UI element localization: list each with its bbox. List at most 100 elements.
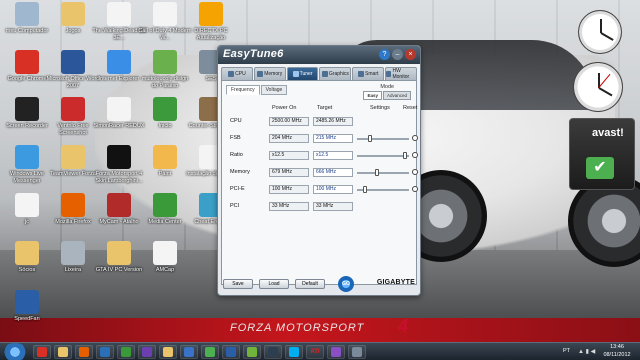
- desktop-icon-image: [61, 241, 85, 265]
- reset-radio[interactable]: [412, 169, 418, 175]
- taskbar-chrome-button[interactable]: [33, 345, 51, 359]
- tab-memory[interactable]: Memory: [253, 67, 286, 80]
- go-button[interactable]: GO: [338, 276, 354, 292]
- forza-logo-number: 4: [398, 316, 410, 336]
- taskbar-easytune-button[interactable]: [348, 345, 366, 359]
- mode-selector: Mode Easy Advanced: [363, 84, 411, 100]
- avast-check-icon: ✔: [586, 157, 614, 179]
- tab-icon: [292, 71, 299, 77]
- app-green-icon: [205, 347, 215, 357]
- desktop-icon-image: [15, 193, 39, 217]
- tab-label: HW Monitor: [392, 68, 410, 80]
- tab-label: CPU: [235, 71, 246, 77]
- desktop-icon[interactable]: DIRECTX PC Atualização: [184, 2, 238, 41]
- tab-label: Memory: [264, 71, 283, 77]
- slider-knob[interactable]: [367, 135, 372, 142]
- reset-radio[interactable]: [412, 186, 418, 192]
- taskbar-explorer-button[interactable]: [54, 345, 72, 359]
- row-label: Ratio: [230, 152, 243, 158]
- setting-slider[interactable]: [357, 135, 409, 142]
- desktop-icon-label: SpeedFan: [14, 316, 40, 322]
- taskbar-speedfan-button[interactable]: [222, 345, 240, 359]
- desktop-icon-image: [15, 145, 39, 169]
- skype-icon: [289, 347, 299, 357]
- taskbar-steam-button[interactable]: [264, 345, 282, 359]
- mode-advanced-button[interactable]: Advanced: [382, 91, 411, 100]
- ati-icon: ATI: [310, 349, 320, 355]
- media-player-icon: [100, 347, 110, 357]
- clock-gadget[interactable]: [578, 10, 622, 54]
- taskbar-media-player-button[interactable]: [96, 345, 114, 359]
- default-button[interactable]: Default: [295, 279, 325, 289]
- tab-cpu[interactable]: CPU: [221, 67, 253, 80]
- taskbar-folder-button[interactable]: [159, 345, 177, 359]
- taskbar-skype-button[interactable]: [285, 345, 303, 359]
- desktop-icon-image: [107, 145, 131, 169]
- taskbar-app-green-button[interactable]: [201, 345, 219, 359]
- target-value[interactable]: 666 MHz: [313, 168, 353, 177]
- minimize-icon[interactable]: –: [392, 49, 403, 60]
- setting-slider[interactable]: [357, 169, 409, 176]
- load-button[interactable]: Load: [259, 279, 289, 289]
- taskbar-utorrent-button[interactable]: [243, 345, 261, 359]
- taskbar-clock[interactable]: 13:46 08/11/2012: [599, 344, 635, 359]
- avast-brand: avast!: [592, 127, 624, 139]
- taskbar-date: 08/11/2012: [603, 351, 631, 358]
- easytune-titlebar[interactable]: EasyTune6 ? – ×: [218, 46, 420, 64]
- setting-slider[interactable]: [357, 186, 409, 193]
- slider-knob[interactable]: [402, 152, 407, 159]
- close-icon[interactable]: ×: [405, 49, 416, 60]
- easytune-footer: Save Load Default GO GIGABYTE: [221, 276, 417, 292]
- avast-gadget[interactable]: avast! ✔: [569, 118, 635, 190]
- tab-tuner[interactable]: Tuner: [286, 67, 319, 80]
- tab-label: Smart: [365, 71, 379, 77]
- taskbar-video-button[interactable]: [138, 345, 156, 359]
- slider-knob[interactable]: [375, 169, 380, 176]
- setting-slider[interactable]: [357, 152, 409, 159]
- tuner-row: PCI-E 100 MHz 100 MHz: [222, 185, 418, 195]
- easytune-tabs: CPU Memory Tuner Graphics Smart HW Monitor: [221, 67, 417, 80]
- mode-easy-button[interactable]: Easy: [363, 91, 382, 100]
- start-button[interactable]: [2, 343, 28, 360]
- power-on-value: 33 MHz: [269, 202, 309, 211]
- taskbar-firefox-button[interactable]: [75, 345, 93, 359]
- tab-smart[interactable]: Smart: [352, 67, 385, 80]
- subtab-voltage[interactable]: Voltage: [260, 85, 288, 95]
- tab-graphics[interactable]: Graphics: [319, 67, 352, 80]
- target-value[interactable]: x12.5: [313, 151, 353, 160]
- taskbar-photo-viewer-button[interactable]: [117, 345, 135, 359]
- taskbar-ati-button[interactable]: ATI: [306, 345, 324, 359]
- taskbar-time: 13:46: [610, 344, 624, 350]
- taskbar-app-purple-button[interactable]: [327, 345, 345, 359]
- power-on-value: x12.5: [269, 151, 309, 160]
- row-label: FSB: [230, 135, 241, 141]
- reset-radio[interactable]: [412, 152, 418, 158]
- reset-radio[interactable]: [412, 135, 418, 141]
- tab-icon: [228, 71, 235, 77]
- help-icon[interactable]: ?: [379, 49, 390, 60]
- target-value[interactable]: 215 MHz: [313, 134, 353, 143]
- app-blue-icon: [184, 347, 194, 357]
- target-value[interactable]: 100 MHz: [313, 185, 353, 194]
- analog-clock-gadget[interactable]: [573, 62, 623, 112]
- folder-icon: [163, 347, 173, 357]
- tab-icon: [386, 71, 392, 77]
- desktop-icon-image: [61, 50, 85, 74]
- tab-hw-monitor[interactable]: HW Monitor: [385, 67, 417, 80]
- desktop-icon-image: [107, 2, 131, 26]
- slider-knob[interactable]: [362, 186, 367, 193]
- desktop-icon-image: [61, 193, 85, 217]
- desktop-icon-image: [107, 50, 131, 74]
- desktop-icon-label: AMCap: [155, 267, 175, 273]
- power-on-value: 204 MHz: [269, 134, 309, 143]
- taskbar-app-blue-button[interactable]: [180, 345, 198, 359]
- language-indicator[interactable]: PT: [563, 348, 570, 354]
- subtab-frequency[interactable]: Frequency: [226, 85, 260, 95]
- system-tray-icons[interactable]: ▲ ▮ ◀: [578, 348, 595, 355]
- easytune-logo: EasyTune6: [223, 48, 284, 60]
- desktop-icon[interactable]: AMCap: [138, 241, 192, 274]
- analog-clock-minute-hand: [598, 87, 613, 97]
- row-label: PCI: [230, 203, 240, 209]
- save-button[interactable]: Save: [223, 279, 253, 289]
- desktop-icon[interactable]: SpeedFan: [0, 290, 54, 323]
